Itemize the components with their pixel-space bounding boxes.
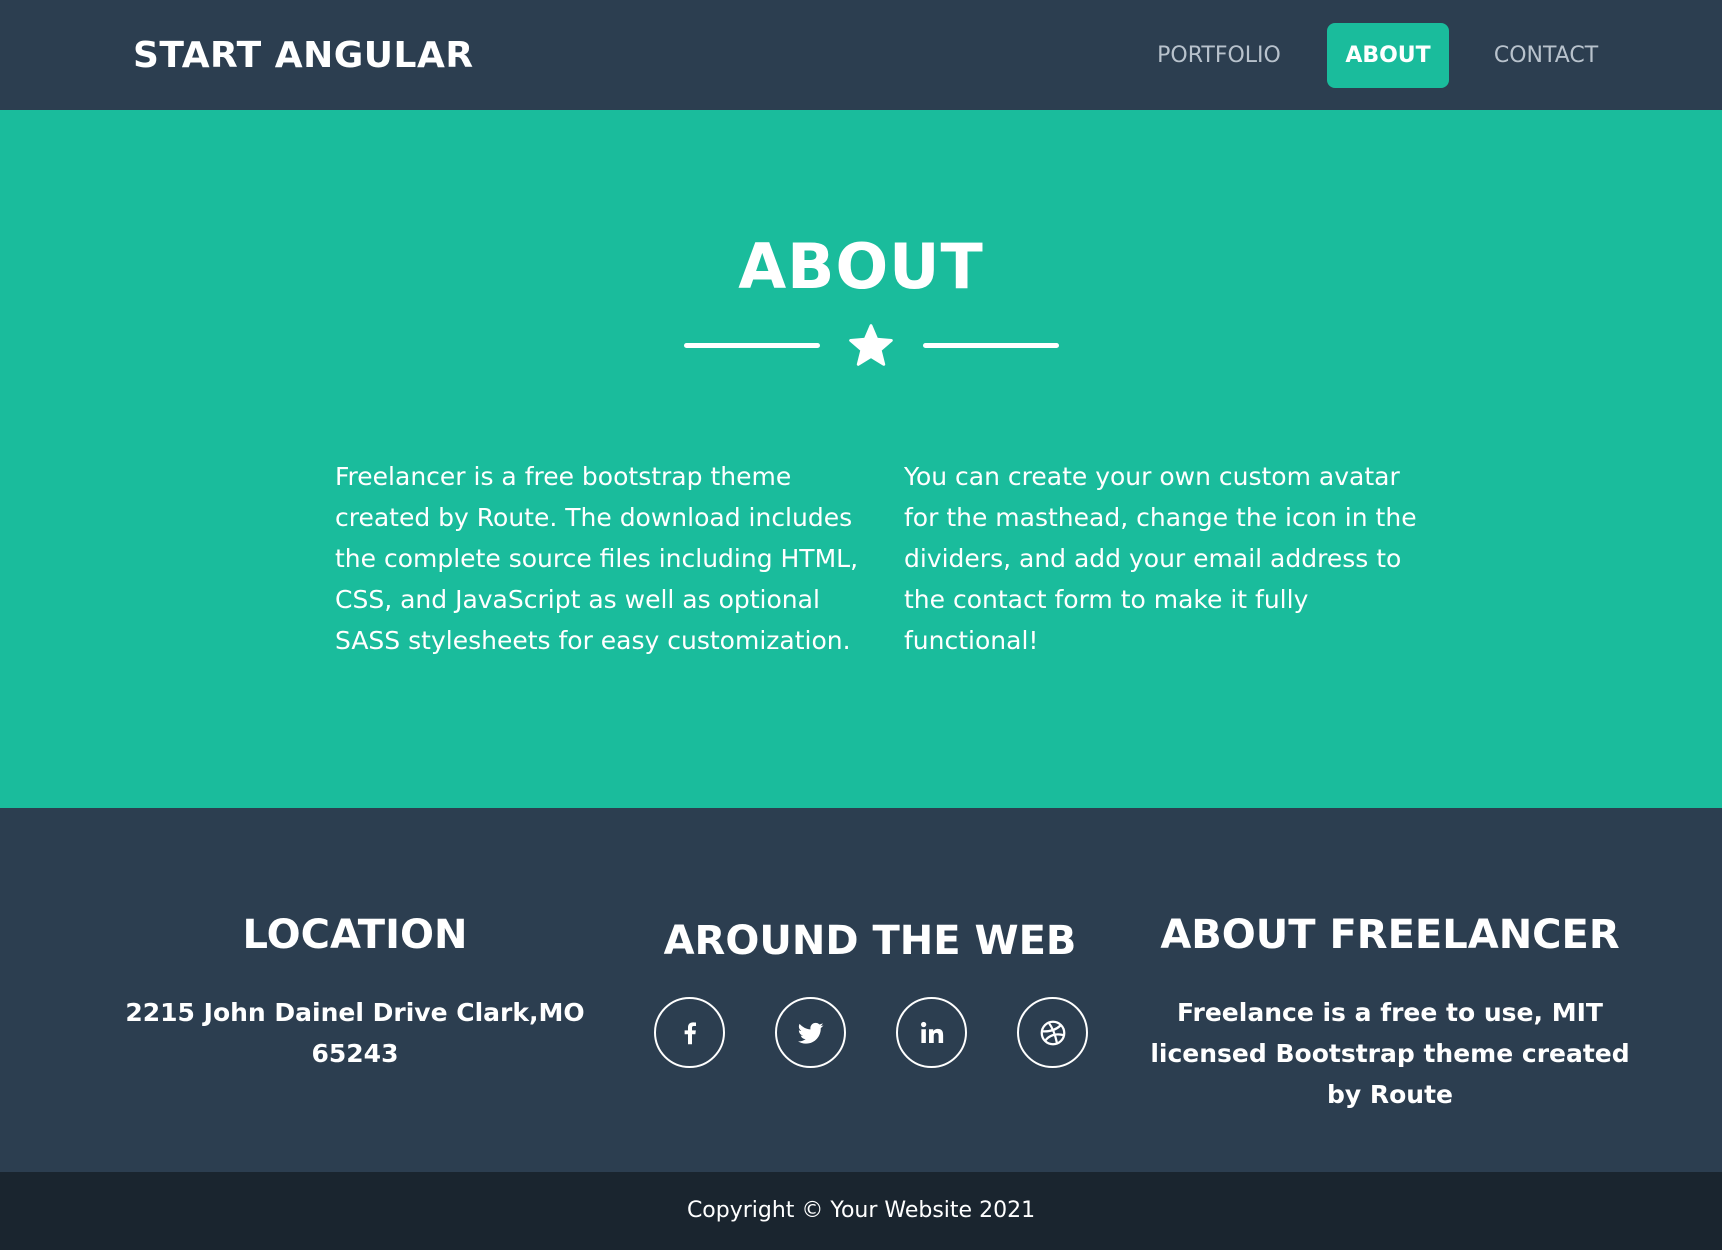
divider-line-right [923,343,1059,348]
about-title: ABOUT [738,230,984,303]
copyright: Copyright © Your Website 2021 [0,1172,1722,1250]
linkedin-icon [920,1021,943,1043]
navbar: START ANGULAR PORTFOLIO ABOUT CONTACT [0,0,1722,110]
about-freelancer-text: Freelance is a free to use, MIT licensed… [1150,998,1630,1109]
location-address: 2215 John Dainel Drive Clark,MO 65243 [125,998,585,1068]
divider-line-left [684,343,820,348]
twitter-icon [797,1022,823,1044]
about-paragraph-left: Freelancer is a free bootstrap theme cre… [335,462,859,655]
nav-link-about[interactable]: ABOUT [1327,23,1449,88]
around-the-web-heading: AROUND THE WEB [663,918,1077,964]
brand-logo[interactable]: START ANGULAR [133,34,474,78]
facebook-icon [684,1021,696,1044]
dribbble-icon [1040,1020,1065,1045]
dribbble-button[interactable] [1017,997,1088,1068]
location-heading: LOCATION [242,912,468,958]
star-icon [849,324,893,366]
about-section: ABOUT Freelancer is a free bootstrap the… [0,110,1722,808]
twitter-button[interactable] [775,997,846,1068]
linkedin-button[interactable] [896,997,967,1068]
nav-link-contact[interactable]: CONTACT [1472,23,1620,88]
facebook-button[interactable] [654,997,725,1068]
about-freelancer-heading: ABOUT FREELANCER [1160,912,1620,958]
footer: LOCATION 2215 John Dainel Drive Clark,MO… [0,808,1722,1172]
about-paragraph-right: You can create your own custom avatar fo… [904,462,1417,655]
nav-link-portfolio[interactable]: PORTFOLIO [1136,23,1302,88]
